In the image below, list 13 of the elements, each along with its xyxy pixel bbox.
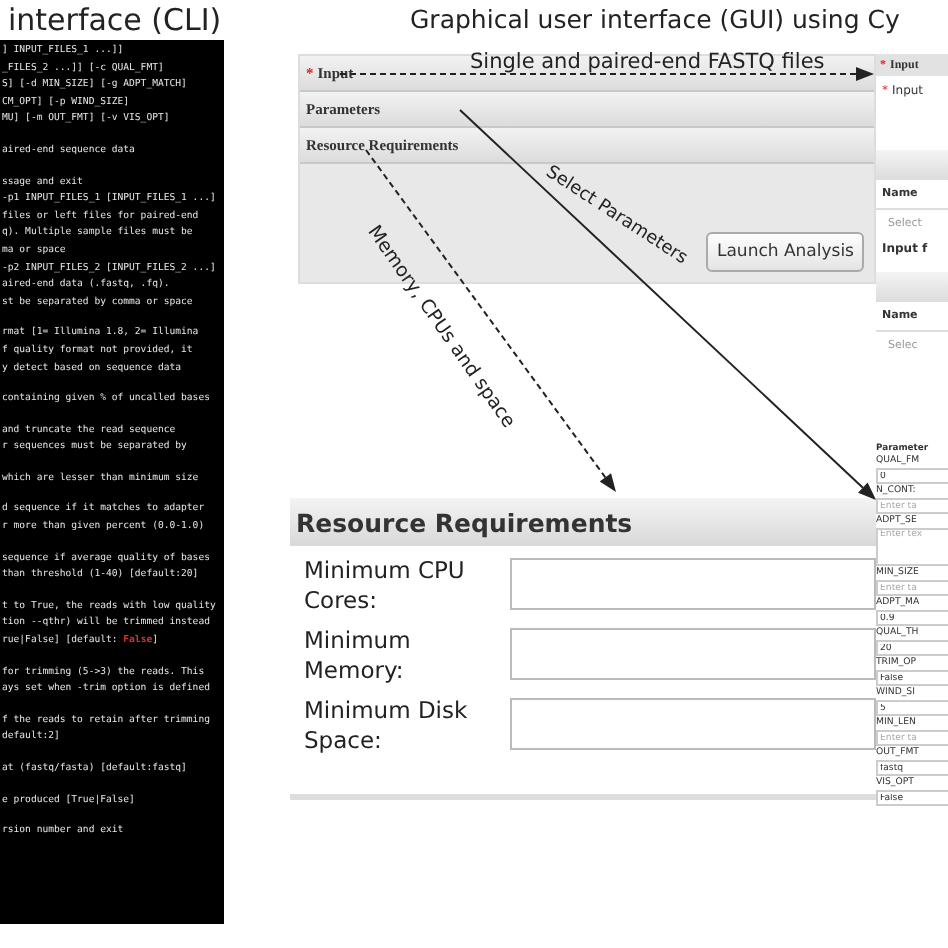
field-label: Minimum Disk Space: (302, 696, 470, 756)
input-field[interactable] (510, 698, 876, 750)
annotation-label: Single and paired-end FASTQ files (470, 50, 825, 74)
field-label: Minimum CPU Cores: (302, 556, 467, 616)
panel-title: interface (CLI) (6, 0, 224, 40)
panel-header: Resource Requirements (290, 498, 876, 546)
table-toolbar (876, 272, 948, 302)
panel-title: Graphical user interface (GUI) using Cy (408, 2, 902, 38)
input-field[interactable] (510, 628, 876, 680)
input-field[interactable] (510, 558, 876, 610)
field-label: Minimum Memory: (302, 626, 413, 686)
table-toolbar (876, 150, 948, 180)
launch-button[interactable]: Launch Analysis (706, 232, 864, 272)
